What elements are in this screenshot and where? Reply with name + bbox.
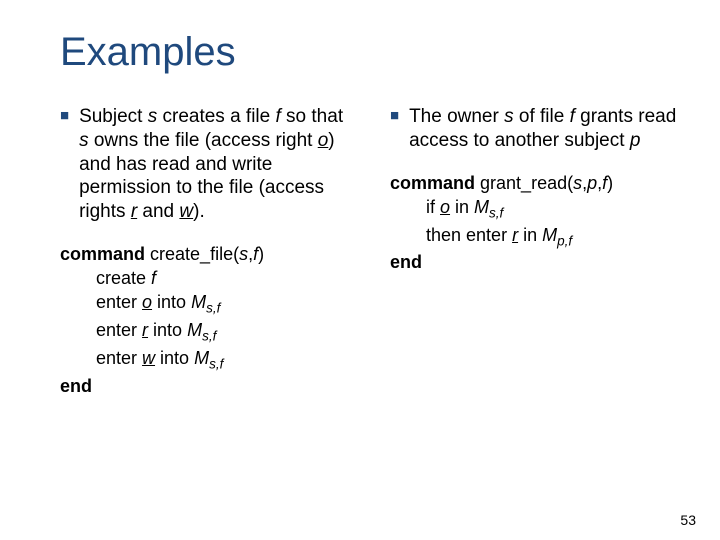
access-o: o	[440, 197, 450, 217]
code-line: enter r into Ms,f	[60, 318, 350, 346]
kw-enter: enter	[96, 320, 142, 340]
text: Subject	[79, 106, 148, 127]
kw-if: if	[426, 197, 440, 217]
kw-enter: enter	[96, 348, 142, 368]
kw-enter: enter	[96, 292, 142, 312]
access-o: o	[318, 130, 329, 151]
var-s: s	[148, 106, 158, 127]
code-line: end	[60, 374, 350, 398]
text: The owner	[409, 106, 504, 127]
matrix-M: M	[542, 225, 557, 245]
access-w: w	[142, 348, 155, 368]
matrix-sub: s,f	[202, 329, 216, 344]
arg: p	[587, 173, 597, 193]
slide: Examples ■ Subject s creates a file f so…	[0, 0, 720, 540]
arg: s	[573, 173, 582, 193]
var-s: s	[504, 106, 514, 127]
text: owns the file (access right	[89, 130, 318, 151]
code-line: then enter r in Mp,f	[390, 223, 680, 251]
paren: )	[607, 173, 613, 193]
left-column: ■ Subject s creates a file f so that s o…	[60, 105, 350, 398]
kw-end: end	[60, 376, 92, 396]
code-line: end	[390, 250, 680, 274]
code-line: enter o into Ms,f	[60, 290, 350, 318]
bullet-icon: ■	[390, 105, 399, 153]
matrix-sub: s,f	[209, 357, 223, 372]
slide-title: Examples	[60, 30, 680, 75]
text: of file	[514, 106, 570, 127]
text: and	[137, 201, 179, 222]
code-line: command grant_read(s,p,f)	[390, 171, 680, 195]
matrix-M: M	[191, 292, 206, 312]
kw-end: end	[390, 252, 422, 272]
kw-into: into	[152, 292, 191, 312]
right-column: ■ The owner s of file f grants read acce…	[390, 105, 680, 398]
kw-command: command	[60, 244, 145, 264]
fn-name: grant_read(	[475, 173, 573, 193]
bullet-item: ■ The owner s of file f grants read acce…	[390, 105, 680, 153]
var-f: f	[151, 268, 156, 288]
matrix-sub: s,f	[489, 205, 503, 220]
var-p: p	[630, 130, 641, 151]
content-columns: ■ Subject s creates a file f so that s o…	[60, 105, 680, 398]
bullet-icon: ■	[60, 105, 69, 224]
code-line: if o in Ms,f	[390, 195, 680, 223]
code-line: command create_file(s,f)	[60, 242, 350, 266]
kw-create: create	[96, 268, 151, 288]
matrix-sub: s,f	[206, 301, 220, 316]
page-number: 53	[680, 512, 696, 528]
code-block-grant: command grant_read(s,p,f) if o in Ms,f t…	[390, 171, 680, 275]
kw-in: in	[450, 197, 474, 217]
matrix-sub: p,f	[557, 233, 572, 248]
paren: )	[258, 244, 264, 264]
bullet-item: ■ Subject s creates a file f so that s o…	[60, 105, 350, 224]
kw-then: then enter	[426, 225, 512, 245]
code-line: enter w into Ms,f	[60, 346, 350, 374]
access-w: w	[179, 201, 193, 222]
bullet-text: The owner s of file f grants read access…	[409, 105, 680, 153]
text: creates a file	[157, 106, 275, 127]
fn-name: create_file(	[145, 244, 239, 264]
text: ).	[193, 201, 205, 222]
kw-into: into	[148, 320, 187, 340]
bullet-text: Subject s creates a file f so that s own…	[79, 105, 350, 224]
code-line: create f	[60, 266, 350, 290]
matrix-M: M	[194, 348, 209, 368]
arg: s	[239, 244, 248, 264]
kw-into: into	[155, 348, 194, 368]
kw-in: in	[518, 225, 542, 245]
kw-command: command	[390, 173, 475, 193]
matrix-M: M	[187, 320, 202, 340]
code-block-create: command create_file(s,f) create f enter …	[60, 242, 350, 398]
matrix-M: M	[474, 197, 489, 217]
var-s: s	[79, 130, 89, 151]
text: so that	[281, 106, 343, 127]
access-o: o	[142, 292, 152, 312]
